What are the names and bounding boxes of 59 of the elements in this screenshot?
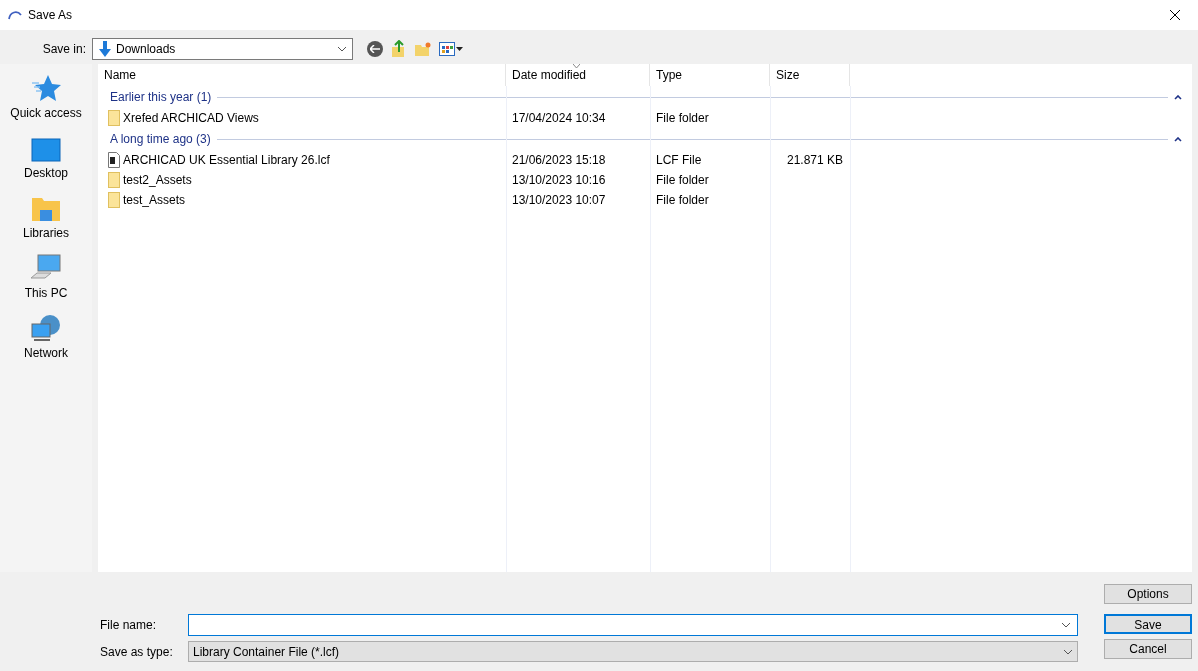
close-icon [1170, 10, 1180, 20]
sidebar-item[interactable]: Quick access [0, 72, 92, 132]
group-header[interactable]: A long time ago (3) [98, 128, 1192, 150]
document-icon [108, 152, 120, 168]
sidebar-item[interactable]: Network [0, 312, 92, 372]
chevron-down-icon [337, 46, 347, 52]
back-arrow-icon [370, 45, 380, 53]
new-folder-icon [415, 42, 431, 56]
save-as-type-label: Save as type: [99, 643, 174, 661]
caret-icon [456, 47, 463, 51]
column-header[interactable]: Size [770, 64, 850, 86]
chevron-down-icon [1063, 648, 1073, 655]
column-header[interactable]: Name [98, 64, 506, 86]
back-button[interactable] [367, 41, 383, 57]
group-header[interactable]: Earlier this year (1) [98, 86, 1192, 108]
file-name-cell[interactable]: ARCHICAD UK Essential Library 26.lcf [123, 151, 330, 169]
save-in-label: Save in: [41, 41, 87, 58]
folder-icon [31, 196, 61, 222]
sidebar-item[interactable]: Desktop [0, 132, 92, 192]
date-cell: 13/10/2023 10:07 [512, 193, 606, 207]
folder-icon [108, 172, 120, 188]
sort-caret-icon [573, 64, 580, 68]
folder-icon [108, 110, 120, 126]
sidebar-item[interactable]: Libraries [0, 192, 92, 252]
file-name-cell[interactable]: Xrefed ARCHICAD Views [123, 109, 259, 127]
file-name-cell[interactable]: test2_Assets [123, 171, 192, 189]
chevron-down-icon [1061, 622, 1071, 628]
app-logo-icon [8, 10, 22, 20]
down-arrow-icon [98, 41, 112, 57]
new-folder-button[interactable] [415, 41, 431, 57]
up-folder-button[interactable] [391, 40, 407, 58]
column-header[interactable]: Type [650, 64, 770, 86]
cancel-button[interactable]: Cancel [1104, 639, 1192, 659]
save-button[interactable]: Save [1104, 614, 1192, 634]
computer-icon [30, 254, 62, 282]
date-cell: 21/06/2023 15:18 [512, 153, 606, 167]
folder-icon [108, 192, 120, 208]
network-icon [30, 314, 62, 342]
save-in-dropdown[interactable]: Downloads [92, 38, 353, 60]
view-menu-button[interactable] [439, 42, 463, 56]
type-cell: File folder [656, 111, 709, 125]
date-cell: 13/10/2023 10:16 [512, 173, 606, 187]
folder-up-icon [391, 40, 407, 58]
column-header[interactable]: Date modified [506, 64, 650, 86]
star-icon [31, 74, 61, 102]
type-cell: File folder [656, 173, 709, 187]
file-name-field[interactable] [188, 614, 1078, 636]
file-name-label: File name: [99, 617, 158, 634]
type-cell: File folder [656, 193, 709, 207]
date-cell: 17/04/2024 10:34 [512, 111, 606, 125]
options-button[interactable]: Options [1104, 584, 1192, 604]
desktop-icon [31, 138, 61, 162]
file-name-cell[interactable]: test_Assets [123, 191, 186, 209]
size-cell: 21.871 KB [786, 153, 843, 167]
type-cell: LCF File [656, 153, 702, 167]
sidebar-item[interactable]: This PC [0, 252, 92, 312]
save-as-type-dropdown[interactable]: Library Container File (*.lcf) [188, 641, 1078, 662]
window-title: Save As [28, 7, 73, 24]
view-grid-icon [439, 42, 455, 56]
